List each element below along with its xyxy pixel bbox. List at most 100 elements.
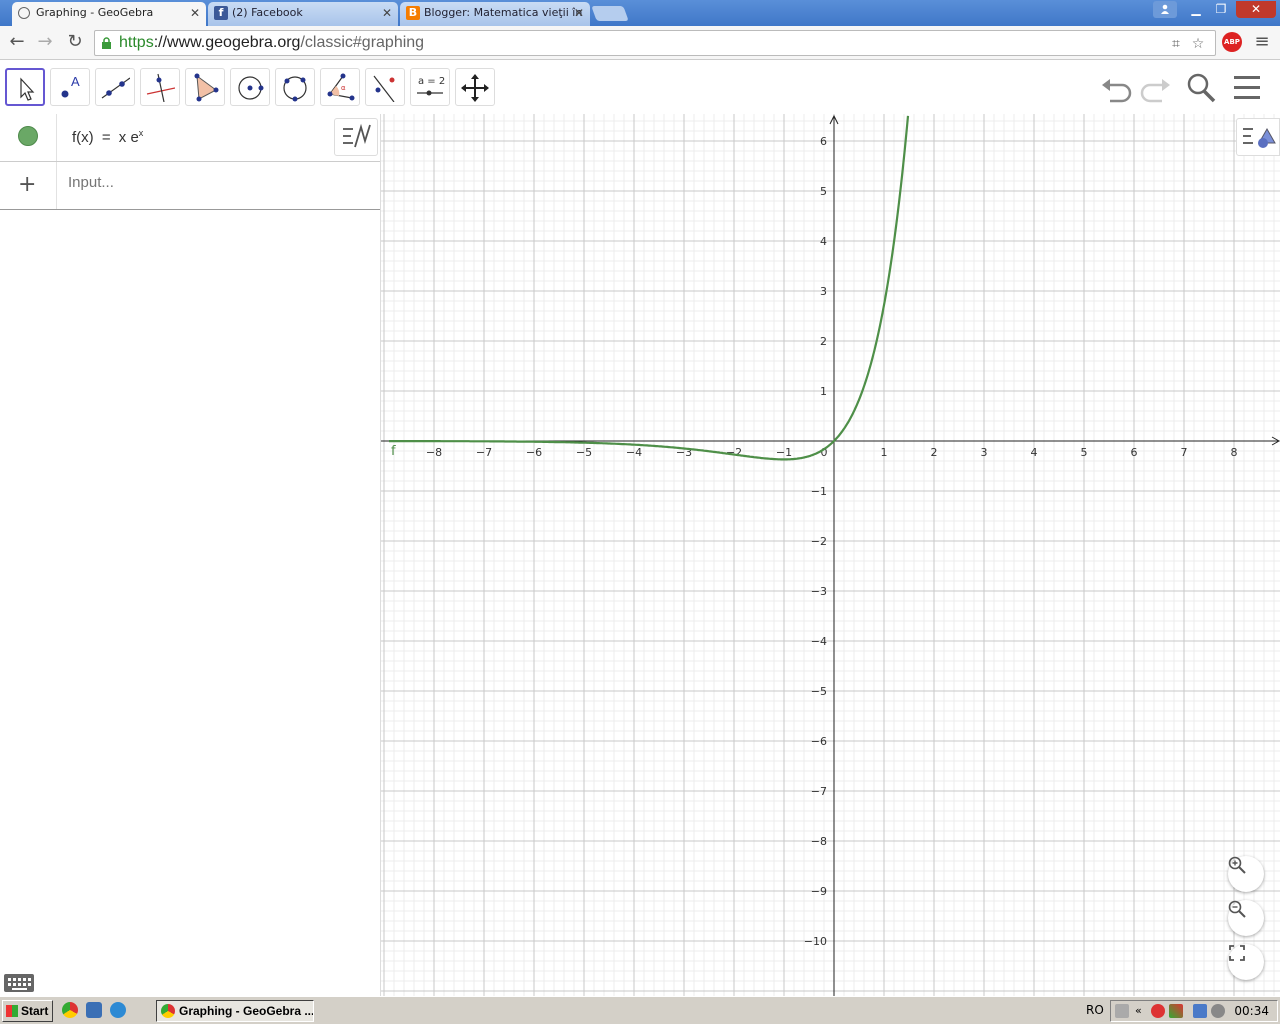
x-tick-label: 4	[1031, 446, 1038, 459]
visibility-toggle[interactable]	[18, 126, 38, 146]
y-tick-label: −10	[804, 935, 827, 948]
security-tray-icon[interactable]	[1169, 1004, 1183, 1018]
function-definition[interactable]: f(x) = x ex	[72, 128, 143, 146]
windows-taskbar: Start Graphing - GeoGebra ... RO « 00:34	[0, 996, 1280, 1024]
major-grid	[381, 114, 1280, 996]
clock[interactable]: 00:34	[1234, 1004, 1269, 1018]
main-menu-button[interactable]	[1232, 71, 1266, 105]
reload-button[interactable]: ↻	[64, 31, 86, 53]
y-tick-label: 4	[820, 235, 827, 248]
x-tick-label: 1	[881, 446, 888, 459]
x-tick-label: −8	[426, 446, 442, 459]
point-tool-button[interactable]: A	[50, 68, 90, 106]
new-tab-button[interactable]	[591, 6, 629, 21]
start-button[interactable]: Start	[2, 1000, 53, 1022]
tab-title: Blogger: Matematica vieţii în	[424, 6, 583, 19]
keyboard-tray-icon[interactable]	[1115, 1004, 1129, 1018]
language-indicator[interactable]: RO	[1086, 1003, 1104, 1017]
line-icon	[101, 77, 130, 99]
x-tick-label: 2	[931, 446, 938, 459]
y-tick-label: 5	[820, 185, 827, 198]
polygon-tool-button[interactable]	[185, 68, 225, 106]
redo-button[interactable]	[1138, 71, 1172, 105]
algebra-view: f(x) = x ex +	[0, 114, 381, 996]
tab-blogger[interactable]: B Blogger: Matematica vieţii în ✕	[400, 2, 590, 26]
close-icon[interactable]: ✕	[574, 2, 584, 24]
tab-title: (2) Facebook	[232, 6, 303, 19]
tab-facebook[interactable]: f (2) Facebook ✕	[208, 2, 398, 26]
adblock-plus-icon[interactable]: ABP	[1222, 32, 1242, 52]
circle-three-points-icon	[283, 76, 307, 102]
antivirus-icon[interactable]	[1151, 1004, 1165, 1018]
perpendicular-line-icon	[146, 73, 175, 102]
geogebra-toolbar: A α a = 2	[0, 61, 1280, 114]
translate-icon[interactable]: ⌗	[1167, 35, 1185, 53]
algebra-style-bar-button[interactable]	[334, 118, 378, 156]
taskbar-item-geogebra[interactable]: Graphing - GeoGebra ...	[156, 1000, 314, 1022]
search-button[interactable]	[1184, 71, 1218, 105]
close-icon[interactable]: ✕	[382, 2, 392, 24]
x-tick-label: −1	[776, 446, 792, 459]
restore-button[interactable]: ❐	[1208, 1, 1234, 18]
volume-icon[interactable]	[1211, 1004, 1225, 1018]
slider-tool-button[interactable]: a = 2	[410, 68, 450, 106]
keyboard-icon[interactable]	[4, 974, 34, 992]
circle-center-icon	[238, 76, 264, 100]
curve-label[interactable]: f	[391, 444, 396, 459]
chrome-quicklaunch-icon[interactable]	[62, 1002, 78, 1018]
coordinate-plane[interactable]: −8 −7 −6 −5 −4 −3 −2 −1 0 1 2 3 4 5 6 7 8123456−1−2−3−4−…	[381, 114, 1280, 996]
y-tick-label: 3	[820, 285, 827, 298]
forward-button[interactable]: →	[34, 31, 56, 53]
minor-grid	[381, 114, 1280, 996]
zoom-out-button[interactable]	[1228, 900, 1264, 936]
y-tick-label: 2	[820, 335, 827, 348]
move-tool-button[interactable]	[5, 68, 45, 106]
graphics-style-bar-button[interactable]	[1236, 118, 1280, 156]
address-bar[interactable]: https://www.geogebra.org/classic#graphin…	[94, 30, 1216, 56]
circle-three-points-tool-button[interactable]	[275, 68, 315, 106]
divider	[56, 114, 57, 161]
zoom-in-button[interactable]	[1228, 856, 1264, 892]
internet-explorer-icon[interactable]	[110, 1002, 126, 1018]
line-tool-button[interactable]	[95, 68, 135, 106]
x-tick-label: −4	[626, 446, 642, 459]
y-tick-label: −1	[811, 485, 827, 498]
point-icon: A	[61, 74, 80, 98]
fullscreen-button[interactable]	[1228, 944, 1264, 980]
x-tick-label: −7	[476, 446, 492, 459]
y-tick-label: −5	[811, 685, 827, 698]
circle-center-point-tool-button[interactable]	[230, 68, 270, 106]
reflect-tool-button[interactable]	[365, 68, 405, 106]
close-window-button[interactable]: ✕	[1236, 1, 1276, 18]
network-icon[interactable]	[1193, 1004, 1207, 1018]
minimize-button[interactable]: ▁	[1184, 1, 1208, 18]
plus-icon[interactable]: +	[18, 172, 36, 197]
chevron-left-icon[interactable]: «	[1135, 1004, 1149, 1018]
perpendicular-line-tool-button[interactable]	[140, 68, 180, 106]
url-text: https://www.geogebra.org/classic#graphin…	[119, 34, 425, 51]
x-tick-label: 6	[1131, 446, 1138, 459]
move-graphics-view-tool-button[interactable]	[455, 68, 495, 106]
close-icon[interactable]: ✕	[190, 2, 200, 24]
angle-tool-button[interactable]: α	[320, 68, 360, 106]
tab-geogebra[interactable]: Graphing - GeoGebra ✕	[12, 2, 206, 26]
undo-button[interactable]	[1100, 71, 1134, 105]
zoom-out-icon	[1228, 900, 1246, 918]
function-curve-f[interactable]	[389, 115, 910, 461]
facebook-icon: f	[214, 6, 228, 20]
bookmark-star-icon[interactable]: ☆	[1189, 35, 1207, 53]
algebra-input-row[interactable]: +	[0, 162, 380, 210]
back-button[interactable]: ←	[6, 31, 28, 53]
show-desktop-icon[interactable]	[86, 1002, 102, 1018]
algebra-input[interactable]	[68, 174, 368, 191]
move-arrows-icon	[461, 74, 489, 102]
tab-title: Graphing - GeoGebra	[36, 6, 154, 19]
profile-icon[interactable]	[1153, 1, 1177, 18]
svg-text:α: α	[341, 84, 346, 92]
algebra-entry-f[interactable]: f(x) = x ex	[0, 114, 380, 162]
angle-icon: α	[327, 73, 355, 101]
graphics-view[interactable]: −8 −7 −6 −5 −4 −3 −2 −1 0 1 2 3 4 5 6 7 8 1 2 3 4 5 6 −1 −2 −3 −4−…	[381, 114, 1280, 996]
geogebra-icon	[18, 7, 30, 19]
zoom-in-icon	[1228, 856, 1246, 874]
chrome-menu-icon[interactable]: ≡	[1252, 32, 1272, 52]
